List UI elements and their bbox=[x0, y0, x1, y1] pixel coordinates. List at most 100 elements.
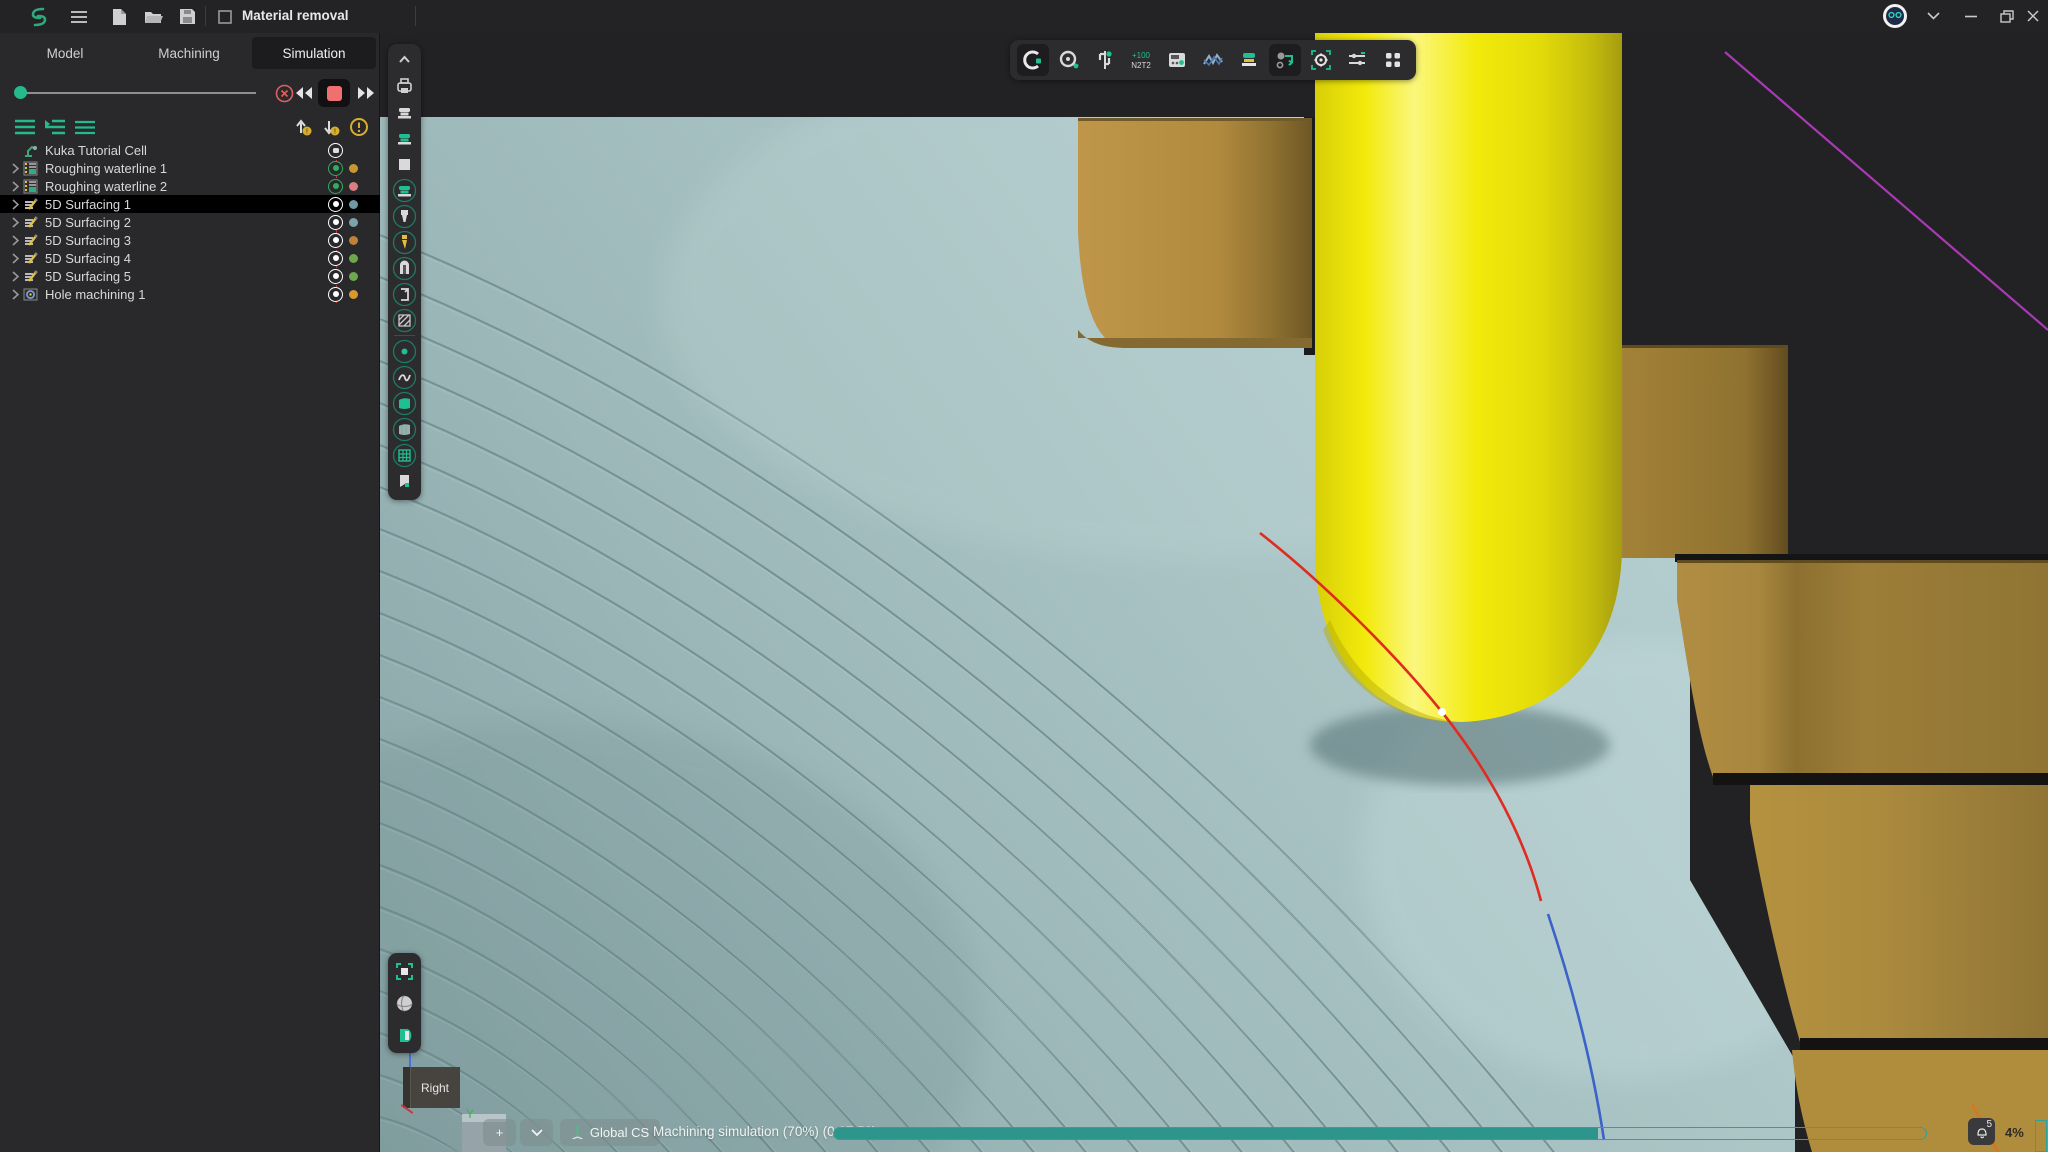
stock-layers-icon[interactable] bbox=[1233, 44, 1265, 76]
machine-icon[interactable] bbox=[391, 73, 418, 99]
measure-tape-icon[interactable] bbox=[1053, 44, 1085, 76]
hatch-toggle-icon[interactable] bbox=[391, 307, 418, 333]
apps-grid-icon[interactable] bbox=[1377, 44, 1409, 76]
next-warning-icon[interactable]: ! bbox=[318, 115, 344, 139]
tool-toggle-icon[interactable] bbox=[391, 203, 418, 229]
expand-chevron-icon[interactable] bbox=[8, 199, 22, 210]
tree-item-5d-surfacing-5[interactable]: 5D Surfacing 5 bbox=[0, 267, 380, 285]
point-toggle-icon[interactable] bbox=[391, 338, 418, 364]
fit-view-icon[interactable] bbox=[391, 958, 418, 984]
toolbar-divider bbox=[394, 335, 415, 336]
expand-chevron-icon[interactable] bbox=[8, 163, 22, 174]
tab-machining[interactable]: Machining bbox=[128, 37, 250, 69]
open-file-icon[interactable] bbox=[140, 4, 166, 29]
stop-icon bbox=[327, 86, 342, 101]
forward-button[interactable] bbox=[354, 81, 378, 105]
save-file-icon[interactable] bbox=[174, 4, 200, 29]
collapse-icon[interactable] bbox=[391, 47, 418, 73]
expand-chevron-icon[interactable] bbox=[8, 181, 22, 192]
warnings-icon[interactable] bbox=[346, 115, 372, 139]
tree-item-roughing-waterline-1[interactable]: Roughing waterline 1 bbox=[0, 159, 380, 177]
stop-button[interactable] bbox=[318, 79, 350, 107]
tree-root-item[interactable]: Kuka Tutorial Cell bbox=[0, 141, 380, 159]
operation-enabled-radio[interactable] bbox=[328, 251, 343, 266]
tab-model[interactable]: Model bbox=[4, 37, 126, 69]
flat-list-icon[interactable] bbox=[72, 115, 98, 139]
simulation-slider-knob[interactable] bbox=[14, 86, 27, 99]
snap-magnet-icon[interactable] bbox=[1017, 44, 1049, 76]
surfacing-operation-icon bbox=[22, 215, 39, 230]
operation-enabled-radio[interactable] bbox=[328, 233, 343, 248]
surface-toggle-icon[interactable] bbox=[391, 390, 418, 416]
workpiece-toggle-icon[interactable] bbox=[391, 177, 418, 203]
expand-chevron-icon[interactable] bbox=[8, 289, 22, 300]
operation-status-dot bbox=[349, 200, 358, 209]
note-icon[interactable] bbox=[391, 468, 418, 494]
app-logo-icon[interactable] bbox=[26, 4, 52, 29]
simulation-slider-track[interactable] bbox=[22, 92, 256, 94]
tree-item-roughing-waterline-2[interactable]: Roughing waterline 2 bbox=[0, 177, 380, 195]
tree-item-label: 5D Surfacing 3 bbox=[45, 233, 131, 248]
minimize-button[interactable] bbox=[1956, 2, 1986, 30]
part-icon[interactable] bbox=[391, 99, 418, 125]
cube-face-right[interactable]: Right bbox=[410, 1067, 460, 1108]
operation-enabled-radio[interactable] bbox=[328, 269, 343, 284]
hole-operation-icon bbox=[22, 287, 39, 302]
add-cs-button[interactable]: + bbox=[483, 1119, 516, 1146]
tool-contact-point bbox=[1438, 708, 1446, 716]
tool-trace-icon[interactable] bbox=[391, 229, 418, 255]
root-radio-icon[interactable] bbox=[328, 143, 343, 158]
svg-text:N2T2: N2T2 bbox=[1131, 61, 1151, 70]
operation-enabled-radio[interactable] bbox=[328, 197, 343, 212]
sheet-toggle-icon[interactable] bbox=[391, 416, 418, 442]
tree-item-5d-surfacing-4[interactable]: 5D Surfacing 4 bbox=[0, 249, 380, 267]
simulation-progress-bar[interactable] bbox=[833, 1127, 1927, 1140]
operation-enabled-radio[interactable] bbox=[328, 215, 343, 230]
operation-enabled-radio[interactable] bbox=[328, 161, 343, 176]
operation-status-dot bbox=[349, 290, 358, 299]
tree-item-label: 5D Surfacing 1 bbox=[45, 197, 131, 212]
filters-icon[interactable] bbox=[1341, 44, 1373, 76]
stock-icon[interactable] bbox=[391, 125, 418, 151]
cs-dropdown-button[interactable] bbox=[520, 1119, 553, 1146]
prev-warning-icon[interactable]: ! bbox=[290, 115, 316, 139]
expand-chevron-icon[interactable] bbox=[8, 253, 22, 264]
machining-gear-icon[interactable] bbox=[1305, 44, 1337, 76]
view-mode-icon[interactable] bbox=[391, 1022, 418, 1048]
cube-side-face[interactable] bbox=[403, 1067, 410, 1108]
holder-toggle-icon[interactable] bbox=[391, 255, 418, 281]
calculator-icon[interactable] bbox=[1161, 44, 1193, 76]
tree-item-hole-machining-1[interactable]: Hole machining 1 bbox=[0, 285, 380, 303]
window-chevron-icon[interactable] bbox=[1918, 2, 1948, 30]
collapse-list-icon[interactable] bbox=[12, 115, 38, 139]
graph-icon[interactable] bbox=[1197, 44, 1229, 76]
corner-resize-handle[interactable] bbox=[2035, 1120, 2047, 1152]
global-cs-button[interactable]: Global CS bbox=[560, 1119, 660, 1146]
orbit-view-icon[interactable] bbox=[391, 990, 418, 1016]
caliper-icon[interactable] bbox=[1089, 44, 1121, 76]
expand-chevron-icon[interactable] bbox=[8, 235, 22, 246]
tab-simulation[interactable]: Simulation bbox=[252, 37, 376, 69]
expand-chevron-icon[interactable] bbox=[8, 217, 22, 228]
tree-item-5d-surfacing-2[interactable]: 5D Surfacing 2 bbox=[0, 213, 380, 231]
rewind-button[interactable] bbox=[292, 81, 316, 105]
viewport-3d[interactable]: +100N2T2 Z Right Y + Global CS Machining… bbox=[380, 33, 2048, 1152]
main-menu-icon[interactable] bbox=[66, 4, 92, 29]
new-file-icon[interactable] bbox=[106, 4, 132, 29]
node-links-icon[interactable] bbox=[1269, 44, 1301, 76]
curve-toggle-icon[interactable] bbox=[391, 364, 418, 390]
mesh-toggle-icon[interactable] bbox=[391, 442, 418, 468]
tree-item-5d-surfacing-1[interactable]: 5D Surfacing 1 bbox=[0, 195, 380, 213]
user-avatar[interactable] bbox=[1880, 2, 1910, 30]
operation-enabled-radio[interactable] bbox=[328, 179, 343, 194]
notifications-button[interactable]: 5 bbox=[1968, 1118, 1995, 1145]
operation-enabled-radio[interactable] bbox=[328, 287, 343, 302]
close-button[interactable] bbox=[2018, 2, 2048, 30]
probe-codes-icon[interactable]: +100N2T2 bbox=[1125, 44, 1157, 76]
tree-item-5d-surfacing-3[interactable]: 5D Surfacing 3 bbox=[0, 231, 380, 249]
expand-chevron-icon[interactable] bbox=[8, 271, 22, 282]
waterline-operation-icon bbox=[22, 179, 39, 194]
frame-toggle-icon[interactable] bbox=[391, 281, 418, 307]
expand-current-icon[interactable] bbox=[42, 115, 68, 139]
fixture-icon[interactable] bbox=[391, 151, 418, 177]
